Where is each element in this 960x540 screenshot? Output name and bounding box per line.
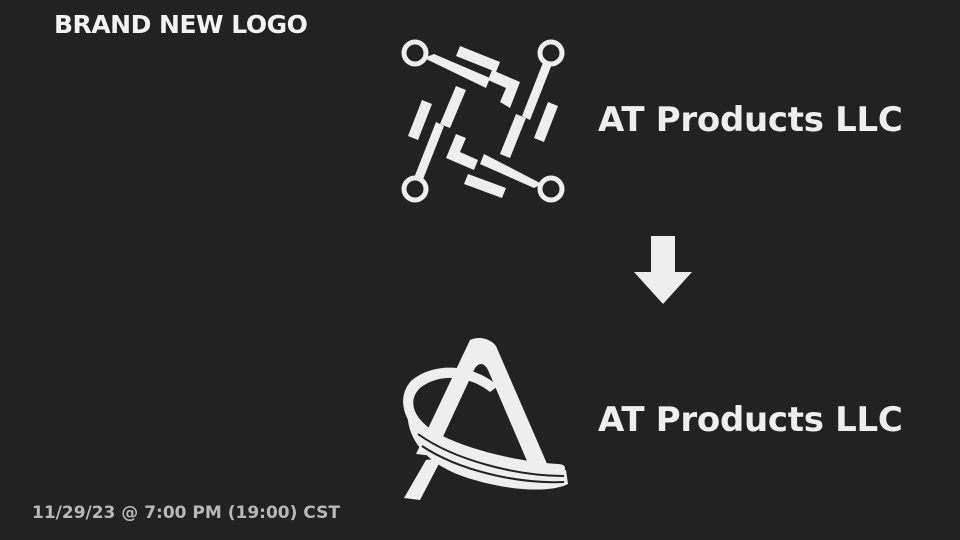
circuit-square-icon bbox=[401, 39, 565, 203]
slide: BRAND NEW LOGO AT Products LLC AT Produc… bbox=[0, 0, 960, 540]
swoosh-letter-a-icon bbox=[403, 338, 568, 500]
new-company-name: AT Products LLC bbox=[598, 400, 903, 440]
old-company-name: AT Products LLC bbox=[598, 100, 903, 140]
event-datetime: 11/29/23 @ 7:00 PM (19:00) CST bbox=[32, 503, 340, 523]
arrow-down-icon bbox=[634, 236, 692, 304]
slide-heading: BRAND NEW LOGO bbox=[54, 10, 308, 39]
